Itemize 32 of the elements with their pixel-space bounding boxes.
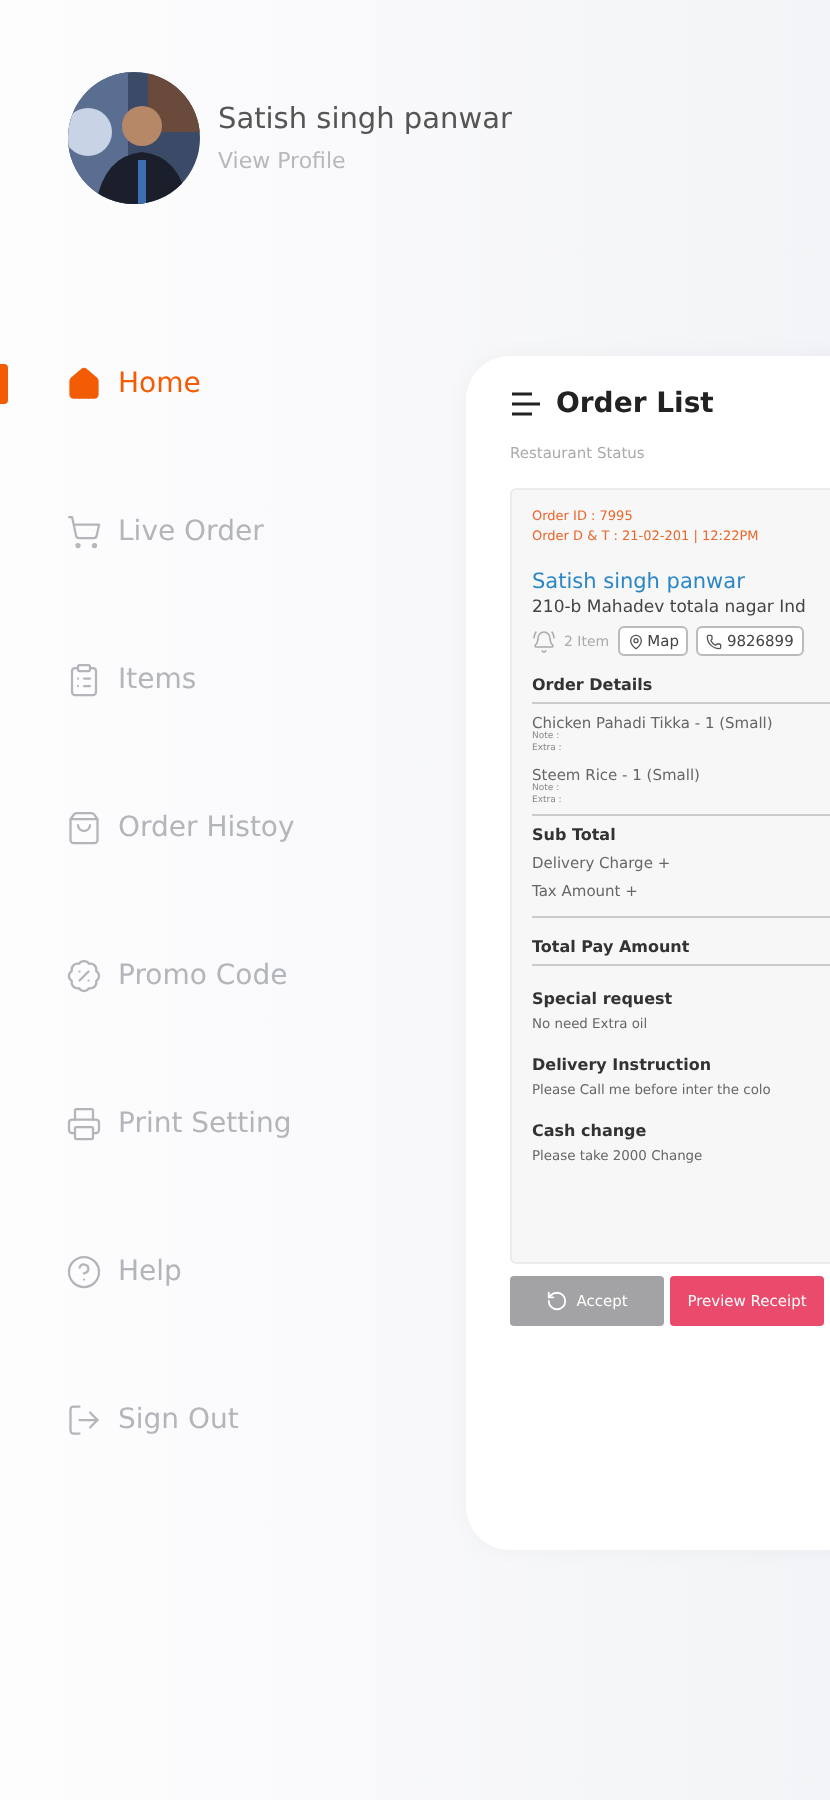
rotate-icon xyxy=(546,1290,569,1312)
total-label: Total Pay Amount xyxy=(532,938,830,966)
logout-icon xyxy=(66,1402,102,1438)
map-pin-icon xyxy=(627,633,644,649)
clipboard-icon xyxy=(66,662,102,698)
subtotal-label: Sub Total xyxy=(532,826,618,844)
screen-title: Order List xyxy=(556,388,714,420)
menu-item[interactable]: Sign Out xyxy=(118,1404,239,1436)
view-profile-link[interactable]: View Profile xyxy=(218,147,512,173)
phone-icon xyxy=(706,633,723,649)
bell-icon xyxy=(532,629,556,653)
menu-item[interactable]: Home xyxy=(118,368,201,400)
menu-item[interactable]: Order Histoy xyxy=(118,812,295,844)
customer-address: 210-b Mahadev totala nagar Ind xyxy=(532,598,808,618)
menu-item[interactable]: Print Setting xyxy=(118,1108,292,1140)
menu-icon[interactable] xyxy=(510,392,542,416)
note-title: Delivery Instruction xyxy=(532,1056,714,1074)
section-title: Order Details xyxy=(532,676,830,704)
printer-icon xyxy=(66,1106,102,1142)
profile-name: Satish singh panwar xyxy=(218,103,512,135)
cart-icon xyxy=(66,514,102,550)
note-title: Special request xyxy=(532,990,675,1008)
home-icon xyxy=(66,366,102,402)
menu-item[interactable]: Help xyxy=(118,1256,182,1288)
percent-badge-icon xyxy=(66,958,102,994)
menu-item[interactable]: Promo Code xyxy=(118,960,288,992)
menu-item[interactable]: Items xyxy=(118,664,197,696)
help-icon xyxy=(66,1254,102,1290)
bag-icon xyxy=(66,810,102,846)
menu-item[interactable]: Live Order xyxy=(118,516,264,548)
note-title: Cash change xyxy=(532,1122,649,1140)
customer-name: Satish singh panwar xyxy=(532,570,747,594)
